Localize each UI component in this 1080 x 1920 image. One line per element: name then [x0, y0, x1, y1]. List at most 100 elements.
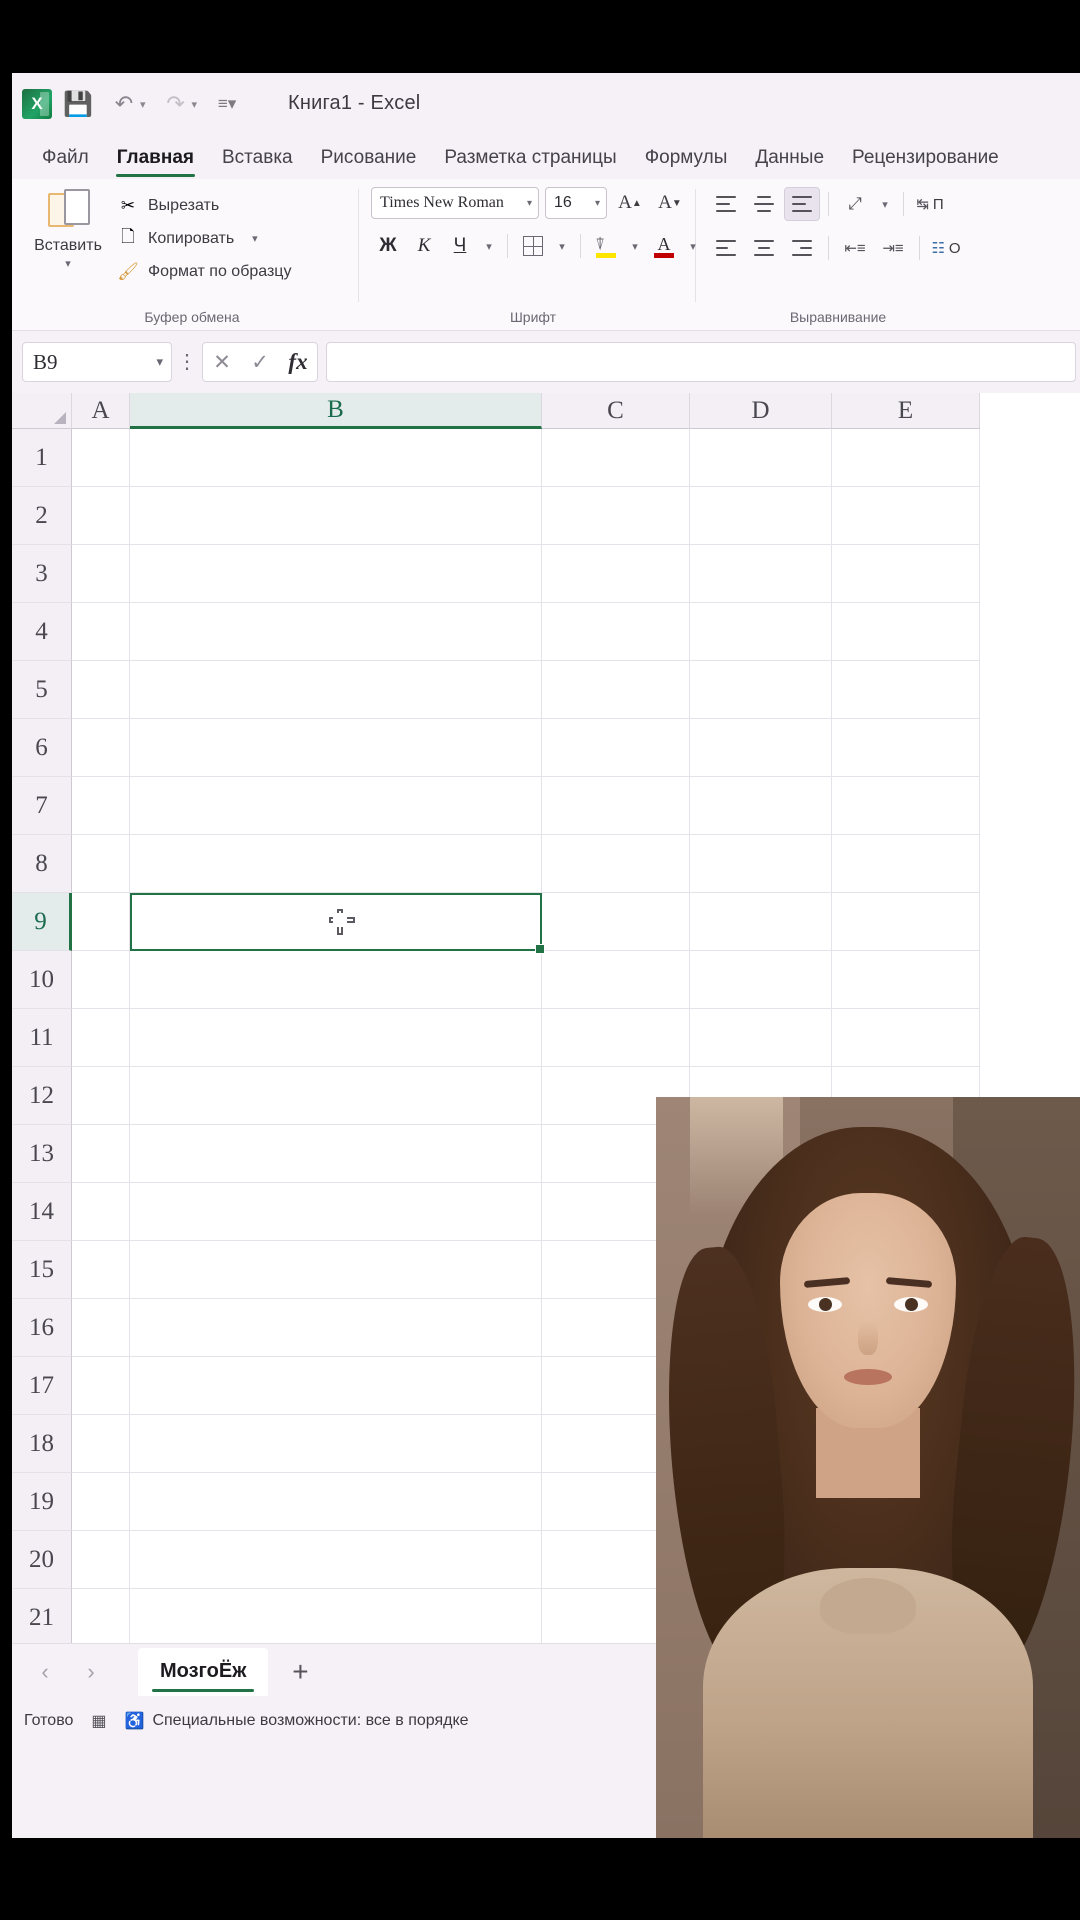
cell-A3[interactable]	[72, 545, 130, 603]
orientation-button[interactable]: ⤢	[837, 187, 873, 221]
cell-E9[interactable]	[832, 893, 980, 951]
cell-A11[interactable]	[72, 1009, 130, 1067]
cell-A15[interactable]	[72, 1241, 130, 1299]
macro-record-icon[interactable]: ▦	[91, 1711, 106, 1731]
add-sheet-icon[interactable]: +	[268, 1650, 332, 1694]
name-box[interactable]: B9 ▾	[22, 342, 172, 382]
cell-B21[interactable]	[130, 1589, 542, 1643]
row-header-15[interactable]: 15	[12, 1241, 72, 1299]
align-middle-button[interactable]	[746, 187, 782, 221]
cell-C7[interactable]	[542, 777, 690, 835]
row-header-13[interactable]: 13	[12, 1125, 72, 1183]
insert-function-icon[interactable]: fx	[279, 343, 317, 381]
cell-D3[interactable]	[690, 545, 832, 603]
font-name-dropdown-icon[interactable]: ▾	[527, 198, 532, 209]
underline-dropdown-icon[interactable]: ▾	[479, 229, 499, 263]
increase-indent-button[interactable]: ⇥≡	[875, 231, 911, 265]
row-header-6[interactable]: 6	[12, 719, 72, 777]
cell-C11[interactable]	[542, 1009, 690, 1067]
tab-home[interactable]: Главная	[103, 143, 208, 179]
underline-button[interactable]: Ч	[443, 229, 477, 263]
tab-page-layout[interactable]: Разметка страницы	[430, 143, 630, 179]
formula-input[interactable]	[326, 342, 1076, 382]
cell-A10[interactable]	[72, 951, 130, 1009]
cell-B16[interactable]	[130, 1299, 542, 1357]
column-header-D[interactable]: D	[690, 393, 832, 429]
cell-E11[interactable]	[832, 1009, 980, 1067]
cell-B19[interactable]	[130, 1473, 542, 1531]
cell-A2[interactable]	[72, 487, 130, 545]
redo-dropdown-icon[interactable]: ▾	[192, 98, 198, 111]
cell-B3[interactable]	[130, 545, 542, 603]
row-header-4[interactable]: 4	[12, 603, 72, 661]
more-options-icon[interactable]: ⋮	[176, 352, 198, 372]
cell-B20[interactable]	[130, 1531, 542, 1589]
cell-A16[interactable]	[72, 1299, 130, 1357]
row-header-5[interactable]: 5	[12, 661, 72, 719]
cell-A8[interactable]	[72, 835, 130, 893]
tab-draw[interactable]: Рисование	[307, 143, 431, 179]
cell-C2[interactable]	[542, 487, 690, 545]
row-header-12[interactable]: 12	[12, 1067, 72, 1125]
cell-A20[interactable]	[72, 1531, 130, 1589]
align-bottom-button[interactable]	[784, 187, 820, 221]
undo-icon[interactable]: ↶	[104, 85, 144, 123]
decrease-indent-button[interactable]: ⇤≡	[837, 231, 873, 265]
paste-dropdown-icon[interactable]: ▾	[65, 257, 71, 270]
cell-E1[interactable]	[832, 429, 980, 487]
cell-C6[interactable]	[542, 719, 690, 777]
cell-A21[interactable]	[72, 1589, 130, 1643]
row-header-17[interactable]: 17	[12, 1357, 72, 1415]
row-header-2[interactable]: 2	[12, 487, 72, 545]
cell-B14[interactable]	[130, 1183, 542, 1241]
bold-button[interactable]: Ж	[371, 229, 405, 263]
undo-dropdown-icon[interactable]: ▾	[140, 98, 146, 111]
cell-D11[interactable]	[690, 1009, 832, 1067]
cell-B12[interactable]	[130, 1067, 542, 1125]
cell-B18[interactable]	[130, 1415, 542, 1473]
row-header-18[interactable]: 18	[12, 1415, 72, 1473]
cell-D6[interactable]	[690, 719, 832, 777]
cell-A6[interactable]	[72, 719, 130, 777]
align-left-button[interactable]	[708, 231, 744, 265]
format-painter-button[interactable]: 🖌 Формат по образцу	[116, 255, 291, 288]
cell-A7[interactable]	[72, 777, 130, 835]
cell-B7[interactable]	[130, 777, 542, 835]
column-header-E[interactable]: E	[832, 393, 980, 429]
cell-B15[interactable]	[130, 1241, 542, 1299]
cell-C5[interactable]	[542, 661, 690, 719]
cell-C10[interactable]	[542, 951, 690, 1009]
borders-button[interactable]	[516, 229, 550, 263]
row-header-11[interactable]: 11	[12, 1009, 72, 1067]
font-color-button[interactable]: A	[647, 229, 681, 263]
fill-color-button[interactable]: ⍒	[589, 229, 623, 263]
align-top-button[interactable]	[708, 187, 744, 221]
cell-D2[interactable]	[690, 487, 832, 545]
cut-button[interactable]: ✂ Вырезать	[116, 189, 291, 222]
tab-file[interactable]: Файл	[28, 143, 103, 179]
tab-insert[interactable]: Вставка	[208, 143, 307, 179]
copy-dropdown-icon[interactable]: ▾	[252, 232, 258, 245]
cell-B17[interactable]	[130, 1357, 542, 1415]
cell-A5[interactable]	[72, 661, 130, 719]
save-icon[interactable]: 💾	[58, 85, 98, 123]
row-header-16[interactable]: 16	[12, 1299, 72, 1357]
cell-B11[interactable]	[130, 1009, 542, 1067]
font-size-input[interactable]: 16 ▾	[545, 187, 607, 219]
select-all-corner[interactable]	[12, 393, 72, 429]
cell-B10[interactable]	[130, 951, 542, 1009]
cell-E5[interactable]	[832, 661, 980, 719]
row-header-20[interactable]: 20	[12, 1531, 72, 1589]
sheet-tab-active[interactable]: МозгоЁж	[138, 1647, 269, 1696]
row-header-3[interactable]: 3	[12, 545, 72, 603]
cell-D1[interactable]	[690, 429, 832, 487]
font-size-dropdown-icon[interactable]: ▾	[595, 198, 600, 209]
cell-B2[interactable]	[130, 487, 542, 545]
borders-dropdown-icon[interactable]: ▾	[552, 229, 572, 263]
cell-A1[interactable]	[72, 429, 130, 487]
row-header-8[interactable]: 8	[12, 835, 72, 893]
cell-B5[interactable]	[130, 661, 542, 719]
merge-cells-button[interactable]: ☷ О	[928, 231, 964, 265]
tab-data[interactable]: Данные	[741, 143, 838, 179]
column-header-C[interactable]: C	[542, 393, 690, 429]
